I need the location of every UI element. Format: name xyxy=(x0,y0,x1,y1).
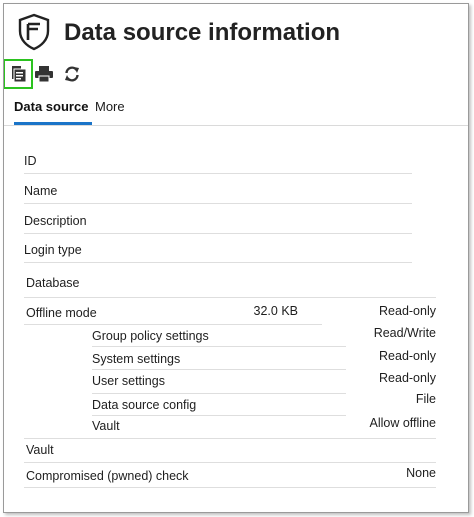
group-policy-value: Read/Write xyxy=(373,326,436,340)
tab-divider xyxy=(4,125,468,126)
vault-sub-value: Allow offline xyxy=(369,416,436,430)
data-source-info-window: Data source information Data source More… xyxy=(3,3,469,513)
offline-mode-value: Read-only xyxy=(379,304,436,318)
row-divider xyxy=(24,487,436,488)
vault-sub-label: Vault xyxy=(92,419,120,433)
pwned-check-label: Compromised (pwned) check xyxy=(26,469,189,483)
row-divider xyxy=(92,346,346,347)
refresh-icon xyxy=(65,66,79,82)
page-title: Data source information xyxy=(64,19,341,46)
user-settings-value: Read-only xyxy=(379,371,436,385)
shield-logo-icon xyxy=(18,13,50,51)
vault-label: Vault xyxy=(26,443,54,457)
report-button[interactable] xyxy=(4,59,33,89)
tab-more[interactable]: More xyxy=(95,99,125,114)
description-label: Description xyxy=(24,214,87,228)
row-divider xyxy=(24,438,436,439)
row-divider xyxy=(92,393,346,394)
database-label: Database xyxy=(26,276,80,290)
name-label: Name xyxy=(24,184,58,198)
offline-mode-label: Offline mode xyxy=(26,306,97,320)
row-divider xyxy=(92,415,346,416)
print-button[interactable] xyxy=(32,62,56,86)
row-divider xyxy=(24,324,322,325)
pwned-check-value: None xyxy=(406,466,436,480)
tab-data-source[interactable]: Data source xyxy=(14,99,88,114)
row-divider xyxy=(24,233,412,234)
row-divider xyxy=(24,262,412,263)
print-icon xyxy=(35,66,53,82)
refresh-button[interactable] xyxy=(60,62,84,86)
row-divider xyxy=(24,462,436,463)
row-divider xyxy=(24,173,412,174)
row-divider xyxy=(24,297,436,298)
group-policy-label: Group policy settings xyxy=(92,329,209,343)
system-settings-value: Read-only xyxy=(379,349,436,363)
login-type-label: Login type xyxy=(24,243,82,257)
id-label: ID xyxy=(24,154,37,168)
user-settings-label: User settings xyxy=(92,374,165,388)
data-source-config-value: File xyxy=(415,392,436,406)
row-divider xyxy=(92,369,346,370)
report-icon xyxy=(12,66,26,83)
offline-mode-size: 32.0 KB xyxy=(253,304,298,318)
system-settings-label: System settings xyxy=(92,352,181,366)
row-divider xyxy=(24,203,412,204)
data-source-config-label: Data source config xyxy=(92,398,197,412)
